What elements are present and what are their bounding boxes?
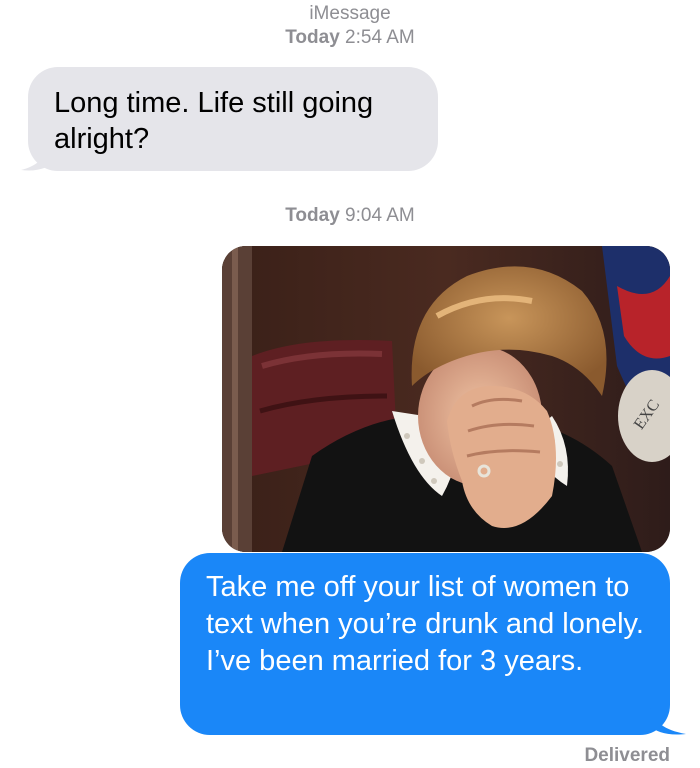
service-label: iMessage: [309, 3, 391, 24]
delivery-status: Delivered: [584, 745, 670, 766]
incoming-message-text: Long time. Life still going alright?: [54, 87, 374, 155]
outgoing-bubble-tail: [650, 708, 686, 735]
timestamp-day: Today: [285, 205, 340, 226]
image-attachment[interactable]: EXC: [222, 246, 670, 552]
timestamp-day: Today: [285, 27, 340, 48]
timestamp: Today 9:04 AM: [0, 205, 700, 227]
outgoing-message-bubble[interactable]: Take me off your list of women to text w…: [180, 553, 670, 735]
timestamp: Today 2:54 AM: [0, 27, 700, 49]
timestamp-time: 9:04 AM: [345, 205, 415, 226]
timestamp-time: 2:54 AM: [345, 27, 415, 48]
judge-facepalm-image: EXC: [222, 246, 670, 552]
incoming-bubble-tail: [21, 146, 57, 171]
incoming-message-bubble[interactable]: Long time. Life still going alright?: [28, 67, 438, 171]
outgoing-message-text: Take me off your list of women to text w…: [206, 571, 644, 677]
